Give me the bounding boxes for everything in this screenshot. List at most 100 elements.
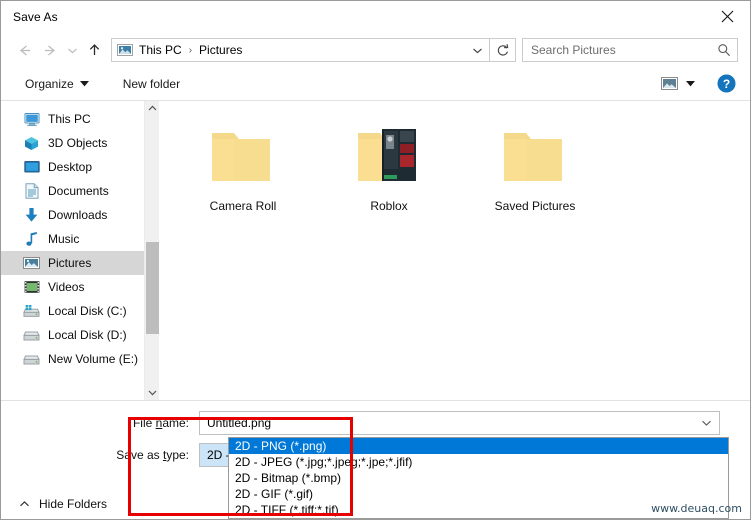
save-type-label-post: ype:	[166, 448, 189, 462]
chevron-down-icon	[472, 48, 482, 53]
dropdown-option-label: 2D - TIFF (*.tiff;*.tif)	[235, 503, 339, 517]
breadcrumb-pictures[interactable]: Pictures	[197, 43, 244, 57]
sidebar-item-label: Local Disk (D:)	[48, 328, 127, 342]
chevron-down-icon	[148, 390, 156, 396]
sidebar-item-desktop[interactable]: Desktop	[1, 155, 159, 179]
search-input[interactable]: Search Pictures	[531, 43, 717, 57]
cube-icon	[23, 135, 40, 152]
caret-down-icon	[686, 80, 695, 86]
music-note-icon	[23, 231, 40, 248]
chevron-up-icon	[148, 105, 156, 111]
svg-text:?: ?	[723, 77, 730, 91]
scrollbar-track[interactable]	[145, 116, 160, 385]
sidebar-item-label: 3D Objects	[48, 136, 108, 150]
file-grid: Camera Roll Roblox Saved Pictures	[187, 123, 750, 213]
chevron-down-icon	[702, 420, 711, 426]
scroll-up-button[interactable]	[145, 101, 160, 116]
breadcrumb-separator: ›	[188, 44, 193, 56]
monitor-icon	[23, 111, 40, 128]
file-item-roblox[interactable]: Roblox	[333, 123, 445, 213]
navigation-sidebar: This PC 3D Objects Desktop Documents Dow…	[1, 101, 159, 400]
dropdown-option-label: 2D - GIF (*.gif)	[235, 487, 314, 501]
new-folder-button[interactable]: New folder	[117, 74, 186, 94]
file-item-label: Camera Roll	[209, 199, 277, 213]
hide-folders-button[interactable]: Hide Folders	[1, 497, 107, 511]
breadcrumb-bar[interactable]: This PC › Pictures	[111, 38, 490, 62]
sidebar-item-label: Documents	[48, 184, 109, 198]
new-folder-label: New folder	[122, 76, 181, 91]
sidebar-item-documents[interactable]: Documents	[1, 179, 159, 203]
chevron-up-icon	[20, 501, 29, 507]
dropdown-option-jpeg[interactable]: 2D - JPEG (*.jpg;*.jpeg;*.jpe;*.jfif)	[229, 454, 728, 470]
view-layout-icon	[661, 77, 678, 90]
disk-system-icon	[23, 303, 40, 320]
command-bar: Organize New folder ?	[1, 67, 750, 101]
forward-button[interactable]	[37, 37, 63, 63]
folder-with-preview-icon	[350, 123, 428, 191]
scroll-down-button[interactable]	[145, 385, 160, 400]
help-button[interactable]: ?	[717, 74, 736, 93]
chevron-down-icon	[67, 48, 77, 53]
change-view-button[interactable]	[657, 74, 699, 93]
watermark: www.deuaq.com	[651, 502, 742, 515]
sidebar-item-music[interactable]: Music	[1, 227, 159, 251]
breadcrumb-dropdown-button[interactable]	[465, 39, 489, 61]
sidebar-item-new-volume-e[interactable]: New Volume (E:)	[1, 347, 159, 371]
sidebar-item-3d-objects[interactable]: 3D Objects	[1, 131, 159, 155]
file-name-input[interactable]: Untitled.png	[199, 411, 720, 435]
sidebar-item-videos[interactable]: Videos	[1, 275, 159, 299]
file-item-camera-roll[interactable]: Camera Roll	[187, 123, 299, 213]
disk-icon	[23, 351, 40, 368]
file-item-saved-pictures[interactable]: Saved Pictures	[479, 123, 591, 213]
sidebar-item-label: Pictures	[48, 256, 92, 270]
document-icon	[23, 183, 40, 200]
folder-icon	[204, 123, 282, 191]
file-name-label-post: ame:	[162, 416, 189, 430]
pictures-folder-icon	[117, 43, 133, 57]
sidebar-scrollbar[interactable]	[144, 101, 159, 400]
close-button[interactable]	[704, 1, 750, 32]
file-list-area[interactable]: Camera Roll Roblox Saved Pictures	[159, 101, 750, 400]
search-icon	[718, 44, 730, 57]
refresh-button[interactable]	[490, 38, 516, 62]
file-name-dropdown-button[interactable]	[701, 419, 712, 427]
search-box[interactable]: Search Pictures	[522, 38, 738, 62]
address-bar: This PC › Pictures Search Pictures	[1, 33, 750, 67]
recent-locations-button[interactable]	[63, 37, 81, 63]
up-button[interactable]	[81, 37, 107, 63]
file-item-label: Roblox	[370, 199, 408, 213]
sidebar-item-local-disk-c[interactable]: Local Disk (C:)	[1, 299, 159, 323]
breadcrumb-this-pc[interactable]: This PC	[137, 43, 184, 57]
dropdown-option-png[interactable]: 2D - PNG (*.png)	[229, 438, 728, 454]
file-name-value[interactable]: Untitled.png	[207, 416, 271, 430]
sidebar-item-label: Music	[48, 232, 80, 246]
file-name-label-pre: File	[132, 416, 156, 430]
dropdown-option-bitmap[interactable]: 2D - Bitmap (*.bmp)	[229, 470, 728, 486]
save-as-dialog: Save As This PC › Pictures Search Pictur…	[0, 0, 751, 520]
close-icon	[721, 10, 733, 23]
dropdown-option-label: 2D - JPEG (*.jpg;*.jpeg;*.jpe;*.jfif)	[235, 455, 413, 469]
sidebar-item-label: Downloads	[48, 208, 108, 222]
back-button[interactable]	[11, 37, 37, 63]
organize-button[interactable]: Organize	[19, 74, 95, 94]
sidebar-item-local-disk-d[interactable]: Local Disk (D:)	[1, 323, 159, 347]
sidebar-item-label: New Volume (E:)	[48, 352, 139, 366]
hide-folders-label: Hide Folders	[39, 497, 108, 511]
sidebar-item-label: Local Disk (C:)	[48, 304, 127, 318]
save-type-label-pre: Save as	[116, 448, 163, 462]
sidebar-item-label: Videos	[48, 280, 85, 294]
dialog-title: Save As	[13, 10, 58, 24]
scrollbar-thumb[interactable]	[145, 242, 159, 334]
file-name-row: File name: Untitled.png	[1, 411, 750, 435]
video-icon	[23, 279, 40, 296]
dropdown-option-label: 2D - Bitmap (*.bmp)	[235, 471, 342, 485]
dropdown-option-gif[interactable]: 2D - GIF (*.gif)	[229, 486, 728, 502]
pictures-icon	[23, 255, 40, 272]
file-name-label: File name:	[1, 416, 199, 430]
organize-label: Organize	[25, 76, 74, 91]
sidebar-item-downloads[interactable]: Downloads	[1, 203, 159, 227]
refresh-icon	[497, 44, 508, 56]
sidebar-item-this-pc[interactable]: This PC	[1, 107, 159, 131]
download-icon	[23, 207, 40, 224]
sidebar-item-pictures[interactable]: Pictures	[1, 251, 159, 275]
